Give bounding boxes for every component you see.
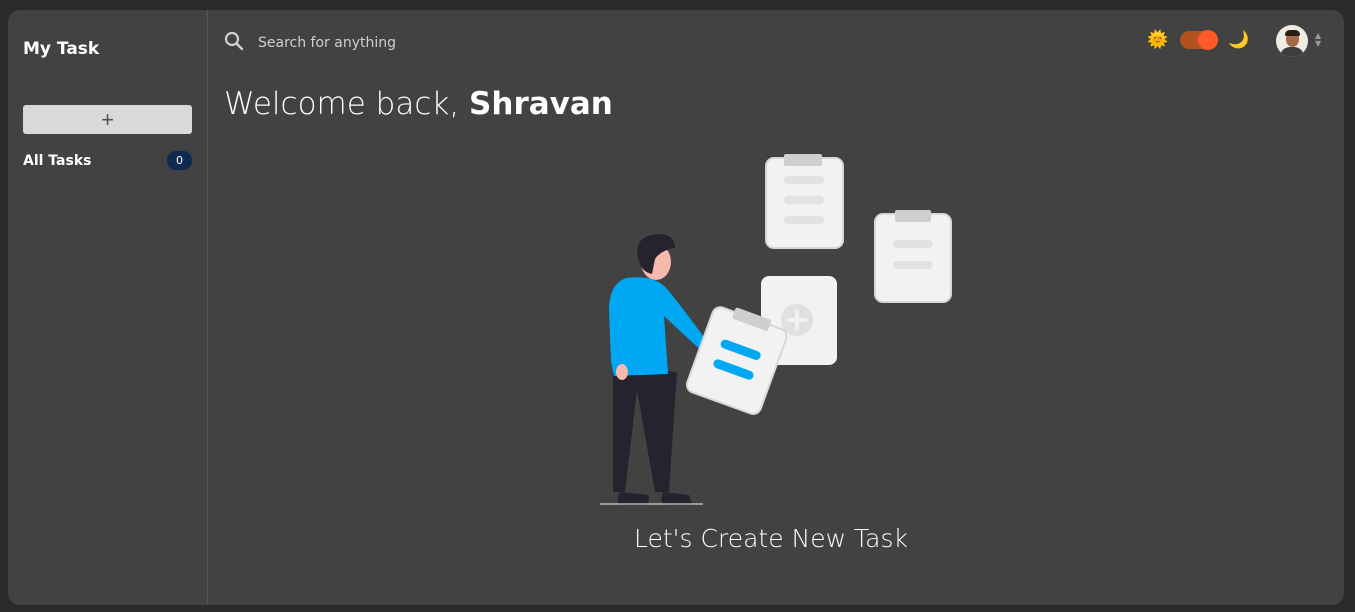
- sidebar-item-all-tasks[interactable]: All Tasks 0: [23, 150, 192, 171]
- avatar-hair: [1285, 30, 1300, 36]
- search-input[interactable]: [256, 32, 600, 54]
- app-title: My Task: [23, 39, 100, 59]
- app-window: My Task + All Tasks 0 🌞 🌙 ▲▼ Welcome bac…: [8, 10, 1344, 605]
- moon-icon: 🌙: [1228, 30, 1250, 50]
- add-task-button[interactable]: +: [23, 105, 192, 134]
- clipboard-top: [765, 154, 844, 249]
- create-task-prompt[interactable]: Let's Create New Task: [634, 524, 908, 553]
- task-count-badge: 0: [167, 151, 192, 170]
- sun-icon: 🌞: [1147, 30, 1169, 50]
- sidebar-item-label: All Tasks: [23, 152, 92, 169]
- welcome-heading: Welcome back, Shravan: [224, 86, 613, 122]
- toggle-knob: [1198, 30, 1218, 50]
- search-icon[interactable]: [224, 31, 244, 51]
- user-name: Shravan: [469, 86, 613, 122]
- avatar[interactable]: [1276, 25, 1308, 57]
- welcome-prefix: Welcome back,: [224, 86, 470, 122]
- sidebar: My Task + All Tasks 0: [8, 10, 208, 605]
- avatar-body: [1280, 47, 1304, 57]
- theme-toggle[interactable]: [1180, 30, 1218, 50]
- chevron-updown-icon[interactable]: ▲ ▼: [1315, 32, 1321, 48]
- clipboard-right: [874, 210, 952, 303]
- empty-state-illustration: [600, 154, 952, 505]
